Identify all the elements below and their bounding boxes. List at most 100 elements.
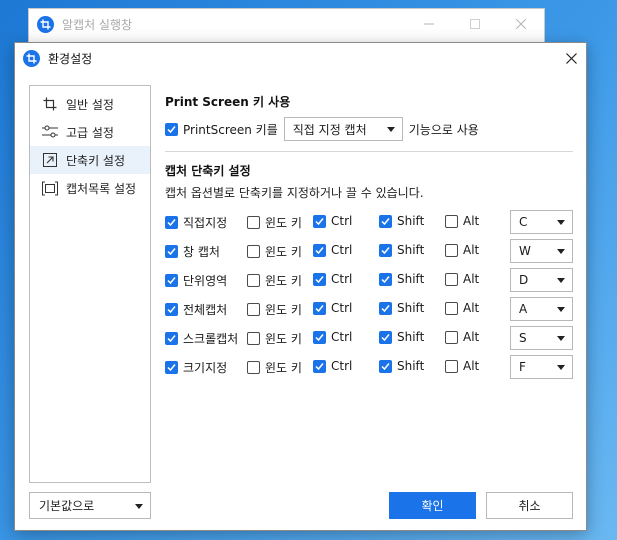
ctrl-cell: Ctrl xyxy=(313,330,352,344)
ctrl-checkbox[interactable] xyxy=(313,272,326,286)
dialog-close-button[interactable] xyxy=(556,43,586,73)
enable-checkbox[interactable] xyxy=(165,274,178,287)
chevron-down-icon xyxy=(557,307,565,312)
win-key-cell: 윈도 키 xyxy=(247,214,302,231)
capture-option-name: 크기지정 xyxy=(183,361,228,375)
chevron-down-icon xyxy=(557,336,565,341)
capture-option-name: 스크롤캡처 xyxy=(183,332,239,346)
shift-checkbox[interactable] xyxy=(379,272,392,286)
shift-checkbox[interactable] xyxy=(379,359,392,373)
shift-cell: Shift xyxy=(379,359,424,373)
dialog-title: 환경설정 xyxy=(48,51,93,66)
shift-checkbox[interactable] xyxy=(379,214,392,228)
alt-checkbox[interactable] xyxy=(445,243,458,257)
cancel-button[interactable]: 취소 xyxy=(486,492,573,519)
sidebar-item-advanced[interactable]: 고급 설정 xyxy=(30,118,150,146)
capture-option-cell: 단위영역 xyxy=(165,272,227,289)
enable-checkbox[interactable] xyxy=(165,245,178,258)
settings-dialog: 환경설정 일반 설정 고급 설정 단축키 설정 캡처목록 설정 기본값으로 Pr… xyxy=(14,42,587,531)
ctrl-checkbox[interactable] xyxy=(313,214,326,228)
capture-list-icon xyxy=(42,180,58,196)
sidebar-item-shortcuts[interactable]: 단축키 설정 xyxy=(30,146,150,174)
shift-checkbox[interactable] xyxy=(379,301,392,315)
shortcut-key-select[interactable]: A xyxy=(510,297,573,321)
alt-checkbox[interactable] xyxy=(445,214,458,228)
win-key-checkbox[interactable] xyxy=(247,245,260,258)
ctrl-checkbox[interactable] xyxy=(313,243,326,257)
shift-label: Shift xyxy=(397,359,425,373)
printscreen-suffix-label: 기능으로 사용 xyxy=(408,122,479,137)
alt-checkbox[interactable] xyxy=(445,301,458,315)
chevron-down-icon xyxy=(557,365,565,370)
alt-label: Alt xyxy=(463,243,480,257)
shift-cell: Shift xyxy=(379,330,424,344)
shortcut-key-select[interactable]: D xyxy=(510,268,573,292)
shift-label: Shift xyxy=(397,301,425,315)
alt-label: Alt xyxy=(463,330,480,344)
shortcut-key-select[interactable]: W xyxy=(510,239,573,263)
chevron-down-icon xyxy=(557,220,565,225)
shortcut-key-select[interactable]: F xyxy=(510,355,573,379)
alt-checkbox[interactable] xyxy=(445,330,458,344)
alt-checkbox[interactable] xyxy=(445,359,458,373)
win-key-cell: 윈도 키 xyxy=(247,301,302,318)
shortcut-key-select[interactable]: C xyxy=(510,210,573,234)
shortcut-key-select[interactable]: S xyxy=(510,326,573,350)
win-key-checkbox[interactable] xyxy=(247,361,260,374)
close-icon[interactable] xyxy=(498,9,544,39)
alt-cell: Alt xyxy=(445,214,479,228)
dialog-titlebar[interactable]: 환경설정 xyxy=(15,43,586,73)
chevron-down-icon xyxy=(557,278,565,283)
enable-checkbox[interactable] xyxy=(165,361,178,374)
capture-option-name: 단위영역 xyxy=(183,274,228,288)
win-key-label: 윈도 키 xyxy=(265,332,302,346)
enable-checkbox[interactable] xyxy=(165,303,178,316)
printscreen-function-select[interactable]: 직접 지정 캡처 xyxy=(283,117,403,141)
close-icon xyxy=(565,52,577,64)
win-key-label: 윈도 키 xyxy=(265,216,302,230)
shortcut-row: 스크롤캡처 윈도 키 Ctrl Shift Alt S xyxy=(165,325,573,354)
maximize-icon[interactable] xyxy=(452,9,498,39)
enable-checkbox[interactable] xyxy=(165,216,178,229)
ctrl-checkbox[interactable] xyxy=(313,359,326,373)
shift-checkbox[interactable] xyxy=(379,243,392,257)
win-key-label: 윈도 키 xyxy=(265,274,302,288)
shortcut-row: 단위영역 윈도 키 Ctrl Shift Alt D xyxy=(165,267,573,296)
ctrl-checkbox[interactable] xyxy=(313,301,326,315)
capture-option-cell: 창 캡처 xyxy=(165,243,220,260)
printscreen-row: PrintScreen 키를 직접 지정 캡처 기능으로 사용 xyxy=(165,117,573,141)
win-key-checkbox[interactable] xyxy=(247,274,260,287)
printscreen-checkbox[interactable] xyxy=(165,122,178,136)
capture-option-cell: 전체캡처 xyxy=(165,301,227,318)
ctrl-checkbox[interactable] xyxy=(313,330,326,344)
enable-checkbox[interactable] xyxy=(165,332,178,345)
alt-checkbox[interactable] xyxy=(445,272,458,286)
shift-label: Shift xyxy=(397,243,425,257)
chevron-down-icon xyxy=(557,249,565,254)
shortcut-arrow-icon xyxy=(42,152,58,168)
sidebar-item-capture-list[interactable]: 캡처목록 설정 xyxy=(30,174,150,202)
default-values-label: 기본값으로 xyxy=(39,499,95,513)
background-window-title: 알캡처 실행창 xyxy=(62,17,133,32)
win-key-label: 윈도 키 xyxy=(265,361,302,375)
printscreen-checkbox-label: PrintScreen 키를 xyxy=(183,122,278,137)
sidebar-item-general[interactable]: 일반 설정 xyxy=(30,90,150,118)
alt-cell: Alt xyxy=(445,272,479,286)
sidebar-item-label: 일반 설정 xyxy=(66,97,114,112)
ctrl-cell: Ctrl xyxy=(313,214,352,228)
ctrl-label: Ctrl xyxy=(331,330,353,344)
win-key-checkbox[interactable] xyxy=(247,303,260,316)
win-key-cell: 윈도 키 xyxy=(247,243,302,260)
capture-option-name: 창 캡처 xyxy=(183,245,220,259)
win-key-checkbox[interactable] xyxy=(247,216,260,229)
win-key-cell: 윈도 키 xyxy=(247,359,302,376)
shortcut-settings-panel: Print Screen 키 사용 PrintScreen 키를 직접 지정 캡… xyxy=(165,93,573,383)
win-key-checkbox[interactable] xyxy=(247,332,260,345)
shift-checkbox[interactable] xyxy=(379,330,392,344)
background-titlebar[interactable]: 알캡처 실행창 xyxy=(29,9,544,39)
minimize-icon[interactable] xyxy=(406,9,452,39)
default-values-select[interactable]: 기본값으로 xyxy=(29,492,151,519)
ok-button[interactable]: 확인 xyxy=(389,492,476,519)
shortcut-section-title: 캡처 단축키 설정 xyxy=(165,164,251,178)
ctrl-label: Ctrl xyxy=(331,359,353,373)
